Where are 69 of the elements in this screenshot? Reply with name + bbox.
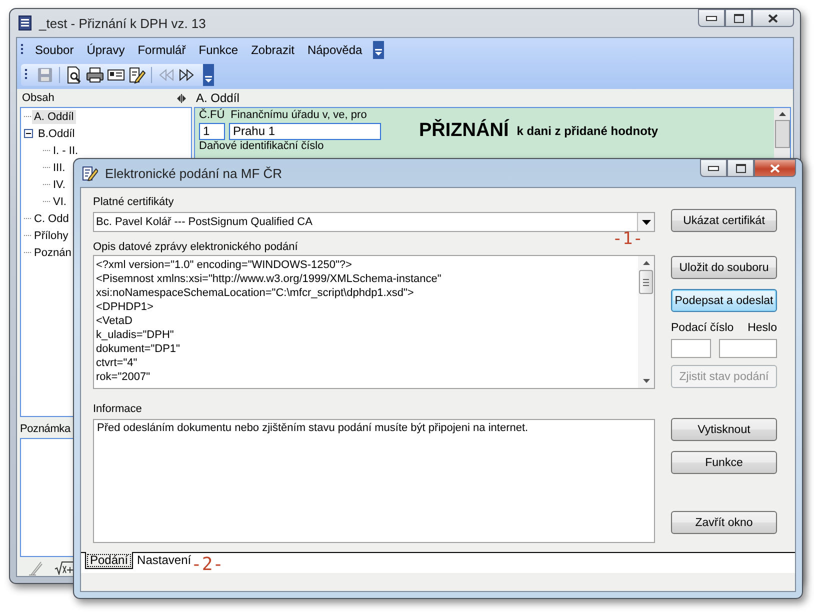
menu-item[interactable]: Úpravy <box>80 43 132 57</box>
note-label: Poznámka <box>20 423 70 435</box>
fast-forward-icon[interactable] <box>178 66 196 84</box>
menu-item[interactable]: Funkce <box>192 43 246 57</box>
scroll-down-icon[interactable] <box>642 379 650 383</box>
printer-icon[interactable] <box>86 66 104 84</box>
functions-button[interactable]: Funkce <box>671 451 777 474</box>
menu-item[interactable]: Zobrazit <box>245 43 302 57</box>
close-window-button[interactable]: Zavřít okno <box>671 511 777 534</box>
minimize-button[interactable] <box>698 9 725 27</box>
password-label: Heslo <box>748 322 777 336</box>
dialog-title: Elektronické podání na MF ČR <box>105 166 282 180</box>
close-button[interactable] <box>754 159 796 177</box>
info-label: Informace <box>93 403 143 417</box>
tree-item[interactable]: I. - II. <box>51 144 80 158</box>
tax-id-label: Daňové identifikační číslo <box>199 140 325 153</box>
edit-icon <box>82 165 98 181</box>
office-code-field[interactable]: 1 <box>199 122 225 140</box>
office-label: Finančnímu úřadu v, ve, pro <box>230 109 367 122</box>
info-text: Před odesláním dokumentu nebo zjištěním stavu podání musíte být připojeni na internet. <box>97 422 528 434</box>
tree-item[interactable]: Přílohy <box>32 228 70 242</box>
submission-number-field[interactable] <box>671 339 711 358</box>
certificates-label: Platné certifikáty <box>93 196 175 210</box>
message-label: Opis datové zprávy elektronického podání <box>93 241 299 255</box>
form-icon <box>18 15 32 31</box>
scroll-thumb[interactable] <box>774 120 790 148</box>
tree-item[interactable]: C. Odd <box>32 212 71 226</box>
maximize-button[interactable] <box>725 9 752 27</box>
chevron-icon[interactable] <box>373 41 384 59</box>
collapse-icon[interactable] <box>24 129 33 138</box>
password-field[interactable] <box>719 339 777 358</box>
message-text: <?xml version="1.0" encoding="WINDOWS-1250"?> <Pisemnost xmlns:xsi="http://www.w3.org/1999/XMLSchema-instance" xsi:noNamespaceSchemaLocation="C:\mfcr_script\dphdp1.xsd"> <DPHDP1> <VetaD k_uladis="DPH" dokument="DP1" ctvrt="4" rok="2007" <box>95 258 442 385</box>
show-certificate-button[interactable]: Ukázat certifikát <box>671 209 777 232</box>
square-root-icon[interactable] <box>54 561 74 575</box>
chevron-icon[interactable] <box>203 64 214 86</box>
office-name-field[interactable]: Prahu 1 <box>229 122 381 140</box>
close-icon <box>768 14 778 22</box>
submission-number-label: Podací číslo <box>671 322 734 336</box>
office-code-label: Č.FÚ <box>199 109 225 122</box>
sign-and-send-button[interactable]: Podepsat a odeslat <box>671 289 777 312</box>
preview-icon[interactable] <box>65 66 83 84</box>
callout-number: -1- <box>612 231 643 248</box>
maximize-button[interactable] <box>727 159 754 177</box>
save-to-file-button[interactable]: Uložit do souboru <box>671 256 777 279</box>
minimize-button[interactable] <box>700 159 727 177</box>
certificate-dropdown[interactable]: Bc. Pavel Kolář --- PostSignum Qualified CA <box>93 212 655 232</box>
tab[interactable]: Podání <box>85 552 134 569</box>
splitter-icon[interactable] <box>177 94 186 102</box>
tree-item[interactable]: III. <box>51 160 68 174</box>
scrollbar[interactable] <box>638 256 654 388</box>
dropdown-arrow-icon <box>642 220 650 224</box>
menu-item[interactable]: Nápověda <box>301 43 370 57</box>
menu-item[interactable]: Soubor <box>29 43 81 57</box>
menu-item[interactable]: Formulář <box>132 43 193 57</box>
tree-item[interactable]: B.Oddíl <box>36 126 77 140</box>
form-subheading: k dani z přidané hodnoty <box>516 124 658 138</box>
panel-title: Obsah <box>22 92 54 104</box>
tree-item[interactable]: Poznán <box>32 246 74 260</box>
window-title: _test - Přiznání k DPH vz. 13 <box>39 16 206 30</box>
close-button[interactable] <box>752 9 794 27</box>
edit-icon[interactable] <box>128 66 146 84</box>
tree-item[interactable]: VI. <box>51 194 68 208</box>
tree-item[interactable]: A. Oddíl <box>32 110 76 124</box>
scroll-up-icon[interactable] <box>778 112 786 116</box>
scroll-up-icon[interactable] <box>642 261 650 265</box>
print-button[interactable]: Vytisknout <box>671 418 777 441</box>
tree-item[interactable]: IV. <box>51 178 68 192</box>
section-title: A. Oddíl <box>196 91 240 105</box>
close-icon <box>770 164 780 172</box>
